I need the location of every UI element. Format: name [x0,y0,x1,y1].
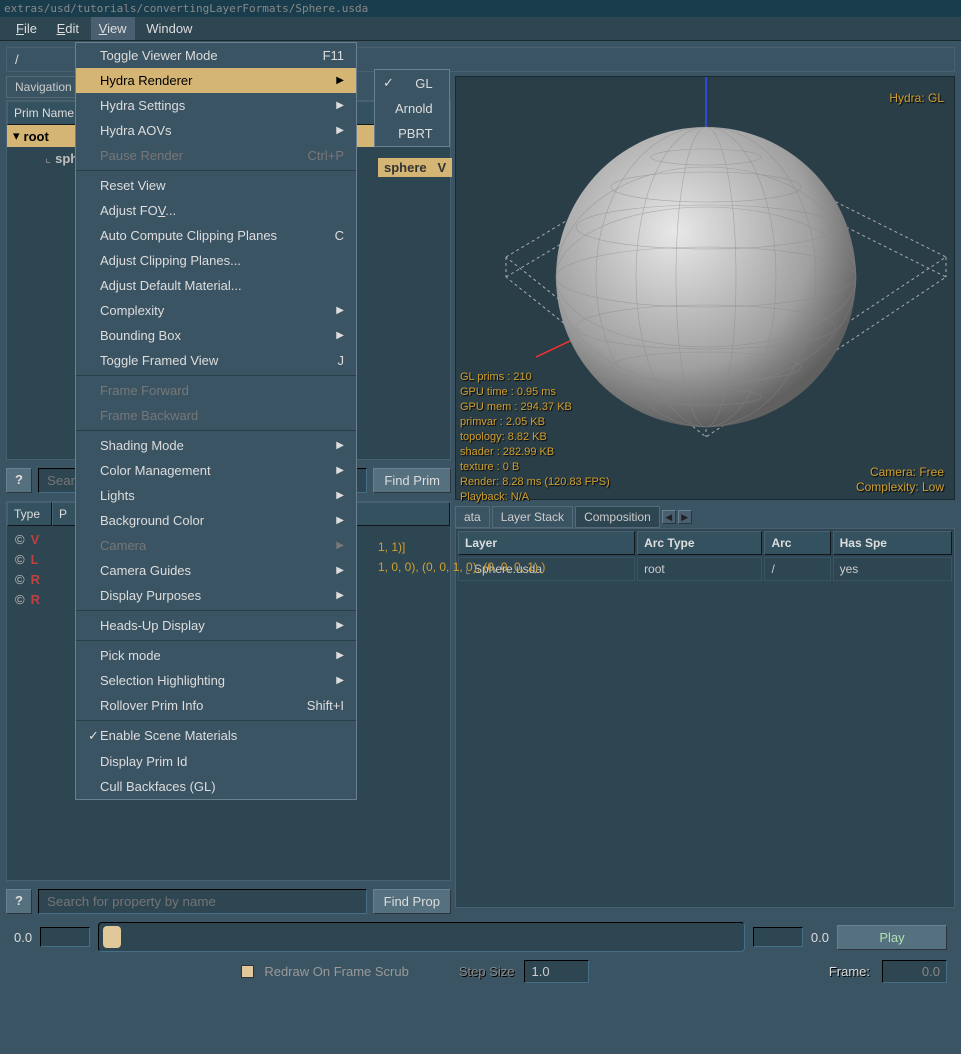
help-button-prop[interactable]: ? [6,889,32,914]
tab-layer-stack[interactable]: Layer Stack [492,506,573,528]
renderer-label: Hydra: GL [889,91,944,105]
copyright-icon: © [15,530,25,550]
menu-reset-view[interactable]: Reset View [76,173,356,198]
value-fragment: 1, 1)] [378,540,405,554]
time-start-input[interactable] [40,927,90,947]
time-end: 0.0 [811,930,829,945]
menu-display-purposes[interactable]: Display Purposes▶ [76,583,356,608]
timeline-thumb[interactable] [103,926,121,948]
menu-pause-render[interactable]: Pause RenderCtrl+P [76,143,356,168]
viewport-stats: GL prims : 210 GPU time : 0.95 ms GPU me… [460,370,610,505]
time-end-input[interactable] [753,927,803,947]
tab-navigation[interactable]: Navigation [6,76,81,98]
timeline-slider[interactable] [98,922,745,952]
col-layer[interactable]: Layer [458,531,635,555]
camera-label: Camera: Free [870,465,944,479]
menu-enable-scene-materials[interactable]: ✓Enable Scene Materials [76,723,356,749]
menu-auto-clip[interactable]: Auto Compute Clipping PlanesC [76,223,356,248]
menu-edit[interactable]: Edit [49,17,87,40]
hydra-renderer-submenu: ✓GL Arnold PBRT [374,69,450,147]
menu-toggle-viewer[interactable]: Toggle Viewer ModeF11 [76,43,356,68]
copyright-icon: © [15,590,25,610]
play-button[interactable]: Play [837,925,947,950]
menu-bounding-box[interactable]: Bounding Box▶ [76,323,356,348]
collapse-icon[interactable]: ▾ [13,128,20,144]
menu-display-prim-id[interactable]: Display Prim Id [76,749,356,774]
menu-hud[interactable]: Heads-Up Display▶ [76,613,356,638]
prop-search-input[interactable] [38,889,367,914]
help-button-prim[interactable]: ? [6,468,32,493]
frame-label: Frame: [829,964,870,979]
menubar: FFileile Edit View Window [0,17,961,41]
menu-complexity[interactable]: Complexity▶ [76,298,356,323]
col-arc-type[interactable]: Arc Type [637,531,762,555]
menu-camera[interactable]: Camera▶ [76,533,356,558]
view-menu: Toggle Viewer ModeF11 Hydra Renderer▶ Hy… [75,42,357,800]
step-size-label: Step Size [459,964,515,979]
value-fragment: 1, 0, 0), (0, 0, 1, 0), (0, 0, 0, 1) ) [378,560,545,574]
submenu-arnold[interactable]: Arnold [375,96,449,121]
step-size-input[interactable]: 1.0 [524,960,589,983]
menu-adjust-material[interactable]: Adjust Default Material... [76,273,356,298]
menu-rollover-prim-info[interactable]: Rollover Prim InfoShift+I [76,693,356,718]
col-arc[interactable]: Arc [764,531,830,555]
frame-input[interactable]: 0.0 [882,960,947,983]
title-bar: extras/usd/tutorials/convertingLayerForm… [0,0,961,17]
tab-scroll-right[interactable]: ▶ [678,510,692,524]
tab-scroll-left[interactable]: ◀ [662,510,676,524]
menu-window[interactable]: Window [138,17,200,40]
menu-frame-backward[interactable]: Frame Backward [76,403,356,428]
time-start: 0.0 [14,930,32,945]
menu-frame-forward[interactable]: Frame Forward [76,378,356,403]
menu-selection-highlighting[interactable]: Selection Highlighting▶ [76,668,356,693]
menu-file[interactable]: FFileile [8,17,45,40]
tab-metadata[interactable]: ata [455,506,490,528]
find-prop-button[interactable]: Find Prop [373,889,451,914]
menu-hydra-aovs[interactable]: Hydra AOVs▶ [76,118,356,143]
composition-table: Layer Arc Type Arc Has Spe ⌞ Sphere.usda… [456,529,954,583]
menu-adjust-fov[interactable]: Adjust FOV... [76,198,356,223]
copyright-icon: © [15,570,25,590]
menu-camera-guides[interactable]: Camera Guides▶ [76,558,356,583]
redraw-label: Redraw On Frame Scrub [264,964,409,979]
redraw-checkbox[interactable] [241,965,254,978]
check-icon: ✓ [88,728,100,744]
menu-shading-mode[interactable]: Shading Mode▶ [76,433,356,458]
menu-adjust-clip[interactable]: Adjust Clipping Planes... [76,248,356,273]
menu-hydra-settings[interactable]: Hydra Settings▶ [76,93,356,118]
type-header[interactable]: Type [7,502,52,526]
complexity-label: Complexity: Low [856,480,944,494]
find-prim-button[interactable]: Find Prim [373,468,451,493]
menu-lights[interactable]: Lights▶ [76,483,356,508]
menu-view[interactable]: View [91,17,135,40]
check-icon: ✓ [383,75,395,91]
tree-branch-icon: ⌞ [45,150,51,166]
menu-background-color[interactable]: Background Color▶ [76,508,356,533]
col-has-spe[interactable]: Has Spe [833,531,952,555]
menu-cull-backfaces[interactable]: Cull Backfaces (GL) [76,774,356,799]
menu-color-management[interactable]: Color Management▶ [76,458,356,483]
menu-toggle-framed[interactable]: Toggle Framed ViewJ [76,348,356,373]
copyright-icon: © [15,550,25,570]
viewport-prim-label: sphere V [378,158,452,177]
menu-hydra-renderer[interactable]: Hydra Renderer▶ [76,68,356,93]
tab-composition[interactable]: Composition [575,506,660,528]
submenu-gl[interactable]: ✓GL [375,70,449,96]
submenu-pbrt[interactable]: PBRT [375,121,449,146]
menu-pick-mode[interactable]: Pick mode▶ [76,643,356,668]
